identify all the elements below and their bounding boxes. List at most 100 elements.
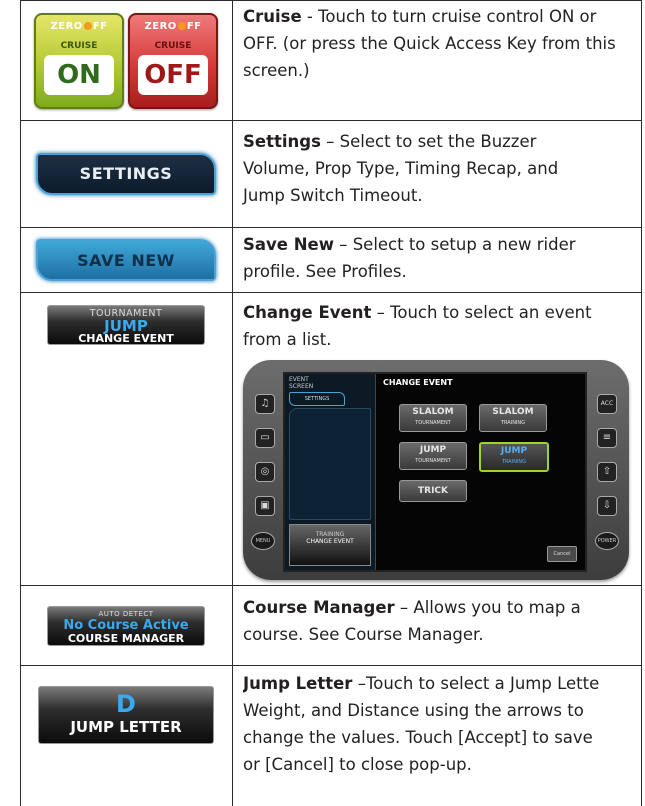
power-button[interactable]: POWER bbox=[595, 532, 619, 550]
display-screenshot: ♫ ▭ ◎ ▣ MENU ACC ≡ ⇧ ⇩ POWER EVENT SCREE… bbox=[243, 360, 629, 580]
profile-icon[interactable]: ≡ bbox=[597, 428, 617, 448]
event-sub: TOURNAMENT bbox=[415, 420, 451, 426]
arrow-up-icon[interactable]: ⇧ bbox=[597, 462, 617, 482]
course-manager-description: Course Manager – Allows you to map a cou… bbox=[243, 594, 640, 648]
change-event-description: Change Event – Touch to select an event … bbox=[243, 299, 640, 353]
button-top-label: AUTO DETECT bbox=[98, 609, 154, 618]
screen-header-line: SCREEN bbox=[289, 383, 314, 390]
table-row-cruise: ZERO FF CRUISE ON ZERO FF CRUISE OFF Cruis… bbox=[20, 0, 642, 121]
table-row-jump-letter: D JUMP LETTER Jump Letter –Touch to sele… bbox=[20, 666, 642, 806]
desc-line: Jump Switch Timeout. bbox=[243, 186, 423, 205]
badge-brand: ZERO FF bbox=[50, 20, 108, 32]
display-icon[interactable]: ▣ bbox=[255, 496, 275, 516]
settings-button[interactable]: SETTINGS bbox=[36, 152, 216, 195]
cruise-off-badge[interactable]: ZERO FF CRUISE OFF bbox=[128, 12, 218, 109]
desc-line: Volume, Prop Type, Timing Recap, and bbox=[243, 159, 559, 178]
row-title: Settings bbox=[243, 132, 321, 151]
row-title: Jump Letter bbox=[243, 674, 353, 693]
event-name: SLALOM bbox=[412, 407, 454, 417]
screen-change-event-button[interactable]: TRAINING CHANGE EVENT bbox=[289, 524, 371, 566]
jump-letter-button[interactable]: D JUMP LETTER bbox=[38, 686, 214, 744]
gauge-icon[interactable]: ◎ bbox=[255, 462, 275, 482]
event-slalom-tournament[interactable]: SLALOM TOURNAMENT bbox=[399, 404, 467, 432]
settings-image-cell: SETTINGS bbox=[20, 120, 232, 227]
event-sub: TRAINING bbox=[500, 420, 526, 426]
badge-label: CRUISE bbox=[154, 40, 192, 51]
desc-line: – Select to set the Buzzer bbox=[320, 132, 537, 151]
brand-dot-icon bbox=[177, 21, 186, 30]
event-sub: TOURNAMENT bbox=[415, 458, 451, 464]
jump-letter-description: Jump Letter –Touch to select a Jump Lett… bbox=[243, 670, 640, 778]
button-main-label: No Course Active bbox=[63, 617, 189, 633]
desc-line: - Touch to turn cruise control ON or bbox=[301, 7, 597, 26]
row-title: Change Event bbox=[243, 303, 372, 322]
desc-line: or [Cancel] to close pop-up. bbox=[243, 755, 472, 774]
music-icon[interactable]: ♫ bbox=[255, 394, 275, 414]
desc-line: from a list. bbox=[243, 330, 332, 349]
button-main-label: JUMP bbox=[104, 317, 148, 335]
row-title: Course Manager bbox=[243, 598, 395, 617]
change-event-image-cell: TOURNAMENT JUMP CHANGE EVENT bbox=[20, 293, 232, 585]
event-sub: TRAINING bbox=[501, 459, 527, 465]
screen-header-line: EVENT bbox=[289, 376, 309, 383]
desc-line: Weight, and Distance using the arrows to bbox=[243, 701, 584, 720]
course-manager-button[interactable]: AUTO DETECT No Course Active COURSE MANA… bbox=[47, 605, 205, 646]
jump-letter-image-cell: D JUMP LETTER bbox=[20, 666, 232, 806]
cruise-on-badge[interactable]: ZERO FF CRUISE ON bbox=[34, 12, 124, 109]
cruise-description: Cruise - Touch to turn cruise control ON… bbox=[243, 3, 640, 84]
settings-description: Settings – Select to set the Buzzer Volu… bbox=[243, 128, 640, 209]
save-new-button[interactable]: SAVE NEW bbox=[36, 239, 216, 281]
event-jump-tournament[interactable]: JUMP TOURNAMENT bbox=[399, 442, 467, 470]
acc-button[interactable]: ACC bbox=[597, 394, 617, 414]
badge-state: OFF bbox=[138, 54, 208, 95]
badge-brand: ZERO FF bbox=[144, 20, 202, 32]
screen-change-event-label: CHANGE EVENT bbox=[306, 538, 354, 545]
event-name: JUMP bbox=[500, 446, 528, 456]
desc-line: – Touch to select an event bbox=[371, 303, 592, 322]
save-new-image-cell: SAVE NEW bbox=[20, 228, 232, 292]
row-title: Save New bbox=[243, 235, 334, 254]
button-bottom-label: CHANGE EVENT bbox=[78, 332, 174, 345]
screen-gauge-pane bbox=[289, 408, 371, 520]
screen-training-label: TRAINING bbox=[315, 531, 345, 538]
table-row-course-manager: AUTO DETECT No Course Active COURSE MANA… bbox=[20, 586, 642, 666]
arrow-down-icon[interactable]: ⇩ bbox=[597, 496, 617, 516]
cruise-badges: ZERO FF CRUISE ON ZERO FF CRUISE OFF bbox=[20, 1, 232, 120]
desc-line: OFF. (or press the Quick Access Key from… bbox=[243, 34, 616, 53]
desc-line: screen.) bbox=[243, 61, 310, 80]
event-trick[interactable]: TRICK bbox=[399, 480, 467, 502]
desc-line: change the values. Touch [Accept] to sav… bbox=[243, 728, 593, 747]
change-event-popup: CHANGE EVENT SLALOM TOURNAMENT SLALOM TR… bbox=[379, 374, 585, 570]
desc-line: –Touch to select a Jump Lette bbox=[352, 674, 600, 693]
button-bottom-label: JUMP LETTER bbox=[70, 718, 182, 736]
ballast-icon[interactable]: ▭ bbox=[255, 428, 275, 448]
course-manager-image-cell: AUTO DETECT No Course Active COURSE MANA… bbox=[20, 586, 232, 665]
popup-cancel-button[interactable]: Cancel bbox=[547, 546, 577, 562]
screen-settings-button[interactable]: SETTINGS bbox=[289, 392, 345, 406]
event-name: TRICK bbox=[418, 486, 448, 496]
save-new-description: Save New – Select to setup a new rider p… bbox=[243, 231, 640, 285]
badge-state: ON bbox=[44, 54, 114, 95]
menu-button[interactable]: MENU bbox=[251, 532, 275, 550]
device-screen: EVENT SCREEN SETTINGS TRAINING CHANGE EV… bbox=[283, 372, 587, 572]
desc-line: profile. See Profiles. bbox=[243, 262, 407, 281]
screen-left-pane: EVENT SCREEN SETTINGS TRAINING CHANGE EV… bbox=[285, 374, 376, 570]
table-row-save-new: SAVE NEW Save New – Select to setup a ne… bbox=[20, 228, 642, 293]
screen-header: EVENT SCREEN bbox=[289, 376, 313, 390]
desc-line: – Select to setup a new rider bbox=[333, 235, 576, 254]
change-event-button[interactable]: TOURNAMENT JUMP CHANGE EVENT bbox=[47, 305, 205, 345]
event-name: JUMP bbox=[419, 445, 447, 455]
table-row-change-event: TOURNAMENT JUMP CHANGE EVENT Change Even… bbox=[20, 293, 642, 586]
event-jump-training[interactable]: JUMP TRAINING bbox=[479, 442, 549, 472]
event-name: SLALOM bbox=[492, 407, 534, 417]
jump-letter-value: D bbox=[116, 690, 136, 718]
popup-title: CHANGE EVENT bbox=[383, 378, 453, 387]
button-bottom-label: COURSE MANAGER bbox=[67, 631, 185, 645]
event-slalom-training[interactable]: SLALOM TRAINING bbox=[479, 404, 547, 432]
desc-line: course. See Course Manager. bbox=[243, 625, 484, 644]
badge-label: CRUISE bbox=[60, 40, 98, 51]
row-title: Cruise bbox=[243, 7, 302, 26]
desc-line: – Allows you to map a bbox=[394, 598, 581, 617]
table-row-settings: SETTINGS Settings – Select to set the Bu… bbox=[20, 120, 642, 228]
brand-dot-icon bbox=[83, 21, 92, 30]
